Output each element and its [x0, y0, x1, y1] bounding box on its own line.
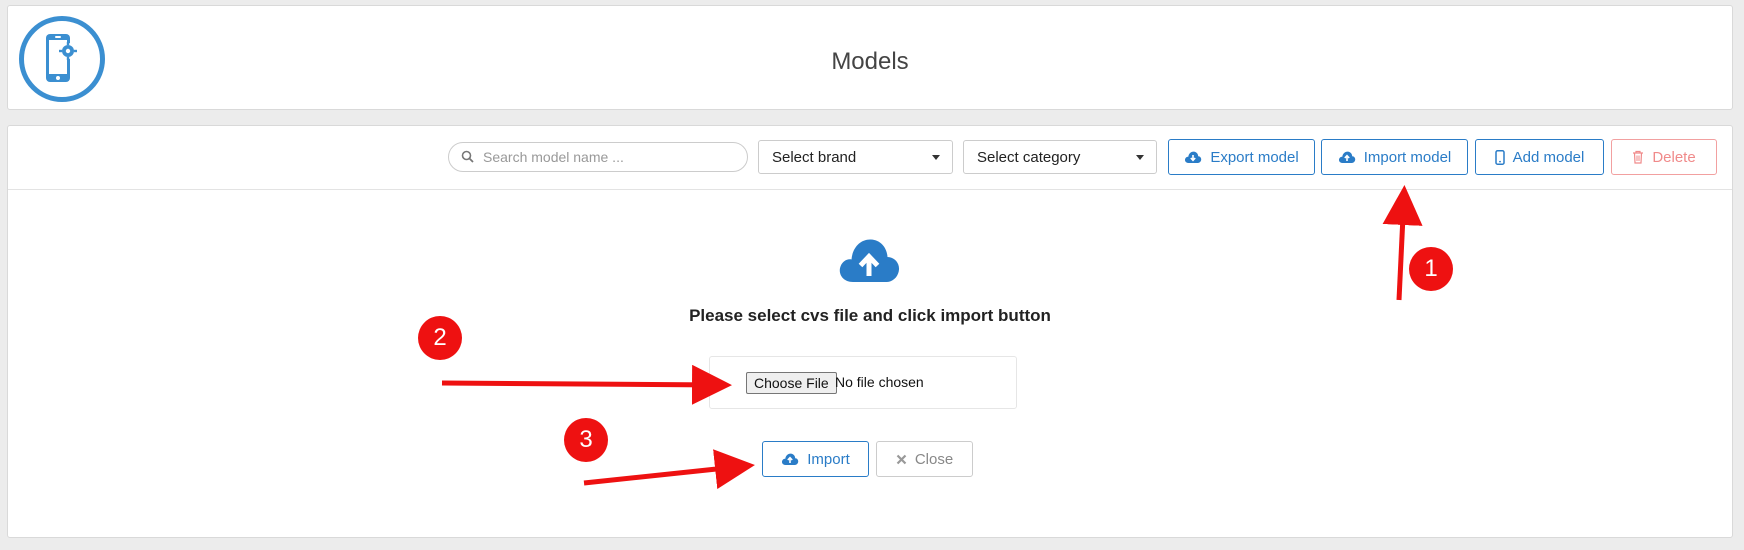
annotation-badge-3: 3 — [564, 418, 608, 462]
annotation-arrow-1 — [1382, 185, 1423, 301]
annotation-arrow-2 — [441, 364, 732, 405]
annotation-arrow-3 — [583, 449, 755, 490]
annotation-arrows — [441, 185, 1423, 490]
annotation-badge-2: 2 — [418, 316, 462, 360]
annotation-badge-1: 1 — [1409, 247, 1453, 291]
